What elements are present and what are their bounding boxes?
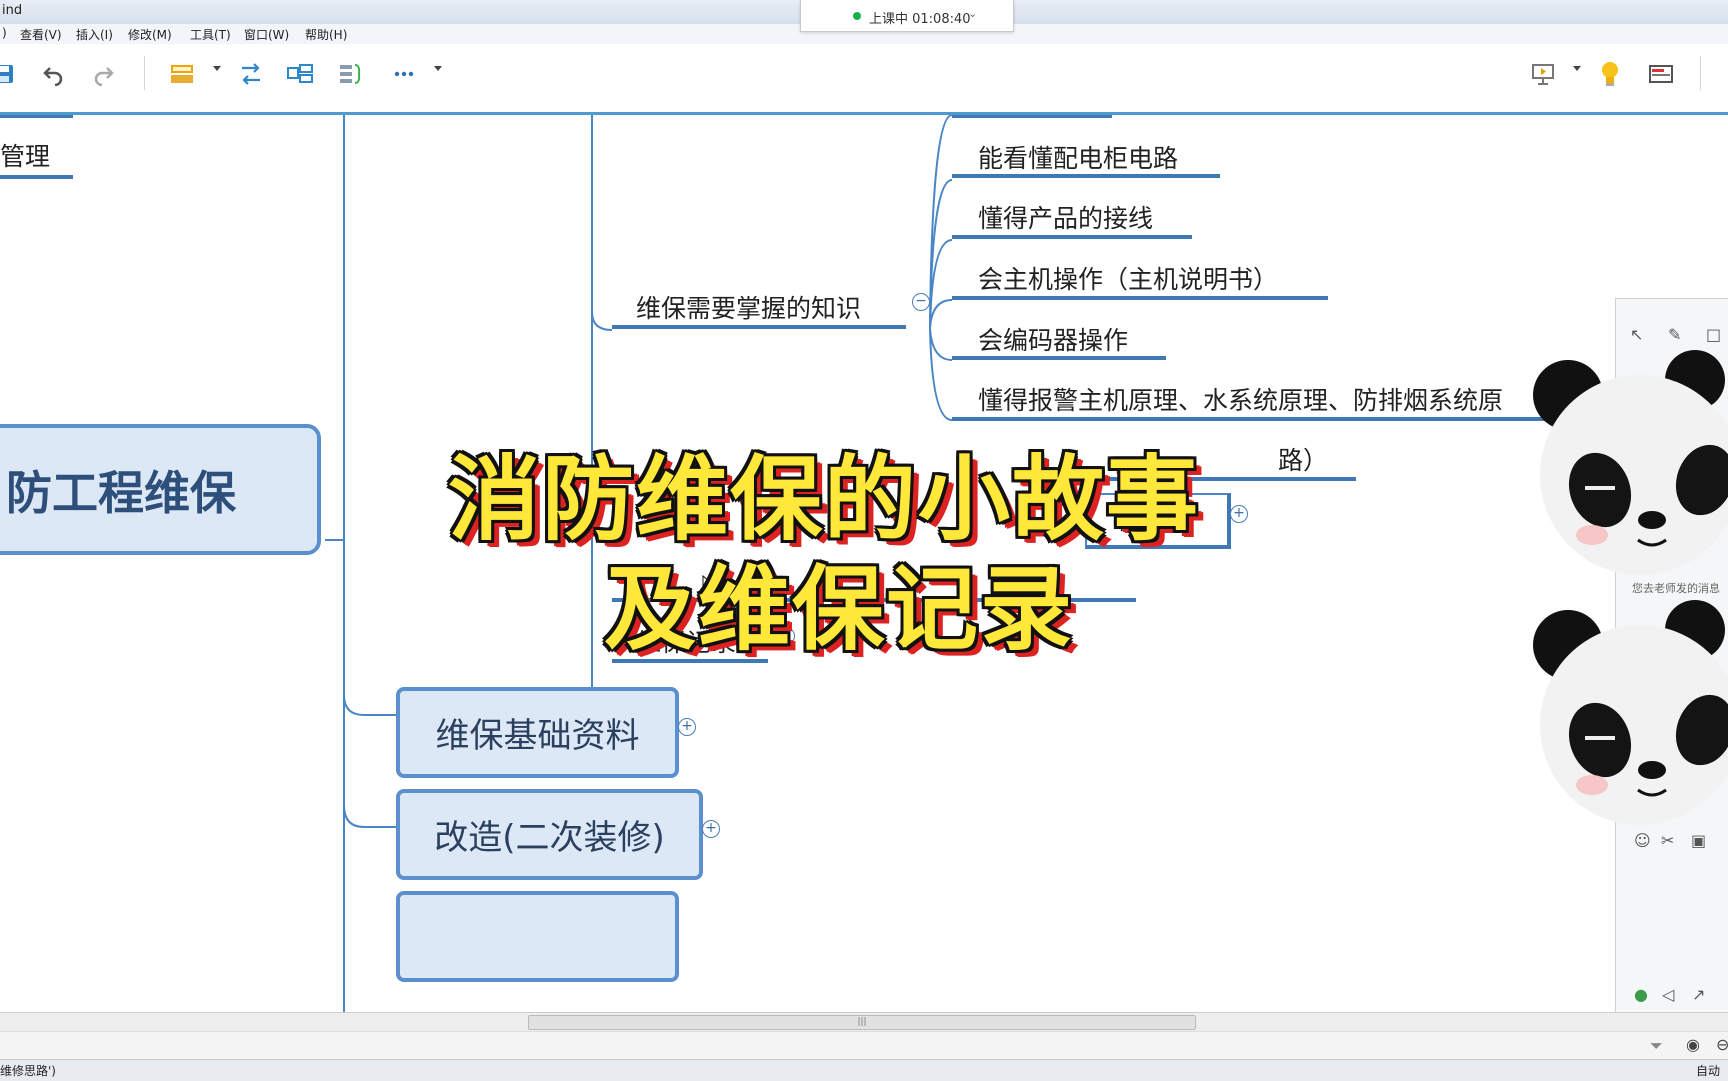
topic-basic-documents[interactable]: 维保基础资料 [396,687,679,778]
topic-underline [0,115,73,118]
expand-toggle-icon[interactable]: + [678,718,696,736]
scissors-icon[interactable]: ✂ [1661,831,1674,850]
menu-item-file[interactable]: ) [2,26,7,40]
save-icon[interactable] [0,56,22,92]
scrollbar-thumb[interactable]: ||| [528,1015,1196,1030]
overlay-title-line2: 及维保记录 [604,556,1075,663]
panda-sticker [1533,350,1728,575]
menu-item-view[interactable]: 查看(V) [20,26,62,43]
live-status-text: 上课中 01:08:40 [869,12,971,27]
menu-item-help[interactable]: 帮助(H) [305,26,347,43]
topic-style-icon[interactable] [164,56,200,92]
menu-item-insert[interactable]: 插入(I) [76,26,113,43]
panel-toggle-icon[interactable] [1643,56,1679,92]
bottom-path-text: 维修思路') [0,1064,56,1078]
root-topic[interactable]: 防工程维保 [0,424,321,555]
microphone-icon[interactable]: ● [1634,985,1648,1004]
panel-message: 您去老师发的消息 [1632,582,1720,595]
knowledge-item[interactable]: 能看懂配电柜电路 [978,139,1178,175]
topic-style-dropdown-icon[interactable] [213,66,221,71]
app-title: ind [2,3,23,18]
emoji-icon[interactable]: ☺ [1634,831,1651,850]
bottom-bar: 维修思路') 自动 [0,1059,1728,1081]
summary-icon[interactable] [333,56,369,92]
menu-item-modify[interactable]: 修改(M) [128,26,172,43]
knowledge-item[interactable]: 懂得报警主机原理、水系统原理、防排烟系统原 [978,381,1503,417]
bottom-autosave-text: 自动 [1696,1064,1721,1078]
redo-icon[interactable] [86,56,122,92]
expand-toggle-icon[interactable]: + [1230,505,1248,523]
boundary-icon[interactable] [282,56,318,92]
topic-underline [952,115,1112,118]
rectangle-tool-icon[interactable]: □ [1706,325,1721,344]
topic-underline [0,175,73,179]
zoom-out-icon[interactable]: ⊖ [1716,1035,1728,1054]
panda-sticker [1533,600,1728,825]
topic-management-partial[interactable]: 管理 [0,137,50,173]
lightbulb-icon[interactable] [1592,56,1628,92]
toolbar-separator [1700,56,1701,90]
topic-maintenance-knowledge[interactable]: 维保需要掌握的知识 [636,289,861,325]
toolbar-separator [144,56,145,90]
presentation-icon[interactable] [1525,56,1561,92]
speaker-icon[interactable]: ◁ [1662,985,1674,1004]
knowledge-item[interactable]: 会主机操作（主机说明书） [978,260,1278,296]
topic-underline [952,174,1220,178]
pointer-tool-icon[interactable]: ↖ [1630,325,1643,344]
horizontal-scrollbar[interactable]: ||| [0,1012,1728,1031]
toolbar [0,44,1728,114]
expand-toggle-icon[interactable]: + [702,820,720,838]
live-status-badge[interactable]: 上课中 01:08:40 ⌄ [800,0,1014,32]
topic-underline [952,235,1192,239]
live-dot-icon [853,12,861,20]
topic-partial-box[interactable] [396,891,679,982]
topic-underline [612,325,906,329]
menu-item-window[interactable]: 窗口(W) [244,26,289,43]
undo-icon[interactable] [35,56,71,92]
eye-icon[interactable]: ◉ [1686,1035,1700,1054]
more-icon[interactable] [386,56,422,92]
presentation-dropdown-icon[interactable] [1573,66,1581,71]
topic-renovation[interactable]: 改造(二次装修) [396,789,703,880]
relationship-icon[interactable] [233,56,269,92]
knowledge-item[interactable]: 懂得产品的接线 [978,199,1153,235]
collapse-toggle-icon[interactable]: − [912,293,930,311]
topic-underline [952,296,1328,300]
knowledge-item-partial[interactable]: 路） [1278,441,1328,477]
more-dropdown-icon[interactable] [434,66,442,71]
filter-icon[interactable]: ⏷ [1650,1036,1663,1056]
menu-item-tools[interactable]: 工具(T) [190,26,231,43]
knowledge-item[interactable]: 会编码器操作 [978,321,1128,357]
share-icon[interactable]: ↗ [1692,985,1705,1004]
topic-underline [952,356,1166,360]
status-bar: ⏷ ◉ ⊖ [0,1031,1728,1060]
image-icon[interactable]: ▣ [1691,831,1706,850]
chevron-down-icon[interactable]: ⌄ [968,7,977,20]
topic-underline [952,417,1552,421]
pen-tool-icon[interactable]: ✎ [1668,325,1681,344]
